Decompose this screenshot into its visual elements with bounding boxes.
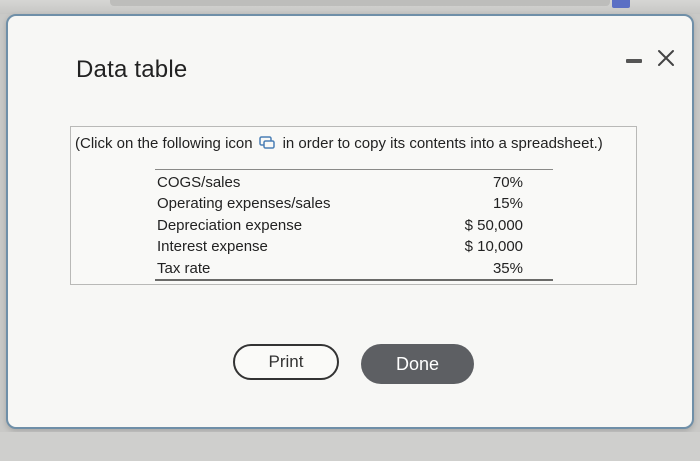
instruction-prefix: (Click on the following icon [75, 134, 253, 152]
background-window-strip [110, 0, 610, 6]
table-row: Operating expenses/sales 15% [155, 193, 553, 214]
table-row: Depreciation expense $ 50,000 [155, 215, 553, 236]
data-panel: (Click on the following icon in order to… [70, 126, 637, 285]
row-label: Operating expenses/sales [157, 195, 331, 213]
copy-instruction: (Click on the following icon in order to… [75, 134, 603, 152]
data-table-dialog: Data table (Click on the following icon … [6, 14, 694, 429]
table-row: Interest expense $ 10,000 [155, 236, 553, 257]
row-label: Tax rate [157, 259, 211, 277]
row-value: $ 10,000 [464, 238, 523, 256]
row-value: 70% [492, 174, 523, 191]
row-value: 35% [492, 259, 523, 277]
minimize-button[interactable] [624, 50, 646, 72]
close-button[interactable] [652, 46, 680, 74]
print-button[interactable]: Print [233, 344, 339, 380]
background-footer [0, 432, 700, 461]
minimize-icon [626, 58, 644, 64]
background-badge [612, 0, 630, 8]
instruction-suffix: in order to copy its contents into a spr… [282, 134, 603, 152]
financial-data-table: COGS/sales 70% Operating expenses/sales … [155, 169, 553, 282]
close-icon [656, 48, 676, 73]
row-label: Interest expense [157, 238, 268, 256]
row-value: $ 50,000 [464, 216, 523, 234]
dialog-title: Data table [76, 56, 188, 83]
copy-icon[interactable] [258, 135, 275, 153]
row-label: COGS/sales [157, 174, 241, 191]
table-row: COGS/sales 70% [155, 170, 553, 194]
table-row: Tax rate 35% [155, 258, 553, 280]
row-value: 15% [492, 195, 523, 213]
row-label: Depreciation expense [157, 216, 303, 234]
done-button[interactable]: Done [361, 344, 474, 384]
